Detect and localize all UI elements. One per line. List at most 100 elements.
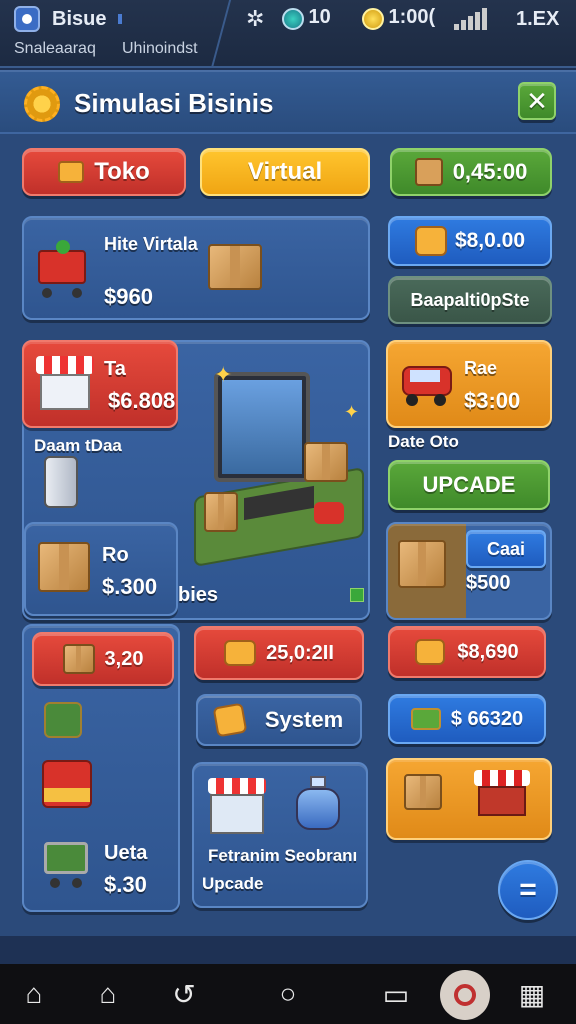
mid-red-value: 25,0:2II xyxy=(266,641,334,664)
cash-icon xyxy=(44,702,82,738)
right-blue-value: $ 66320 xyxy=(450,707,524,730)
crate-icon xyxy=(208,244,262,290)
update-label: UPCADE xyxy=(422,472,516,497)
package-icon xyxy=(404,774,442,810)
coin-icon xyxy=(362,7,384,30)
coin-purse-icon xyxy=(224,640,257,666)
window-title: Simulasi Bisinis xyxy=(74,88,274,118)
bies-label: bies xyxy=(178,584,219,606)
cart-badge[interactable]: Caai xyxy=(466,530,546,568)
bottom-left-title: Ueta xyxy=(104,842,148,864)
truck-price: $3:00 xyxy=(464,388,521,413)
check-icon xyxy=(350,588,364,602)
tab-virtual-label: Virtual xyxy=(247,158,323,185)
parcel-icon xyxy=(398,540,446,588)
status-sub-left: Snaleaaraq xyxy=(14,40,96,57)
small-box-icon xyxy=(62,644,95,674)
left-red-button[interactable]: 3,20 xyxy=(32,632,174,686)
home-icon[interactable]: ⌂ xyxy=(16,976,52,1012)
tab-toko[interactable]: Toko xyxy=(22,148,186,196)
gift-cart-icon xyxy=(32,232,92,302)
grid-icon[interactable]: ▦ xyxy=(514,976,550,1012)
box-card[interactable]: Ro $.300 xyxy=(24,522,178,616)
hire-title: Hite Virtala xyxy=(104,234,198,254)
storefront-icon xyxy=(36,356,94,412)
truck-title: Rae xyxy=(464,358,498,378)
balance-button[interactable]: 0,45:00 xyxy=(390,148,552,196)
system-icon xyxy=(212,702,248,738)
cart-badge-label: Caai xyxy=(486,538,526,559)
left-red-value: 3,20 xyxy=(104,647,144,670)
speed-indicator[interactable]: 1.EX xyxy=(516,8,559,31)
settings-gear-icon xyxy=(24,86,60,122)
divider xyxy=(210,0,232,68)
truck-sub-label: Date Oto xyxy=(388,432,459,451)
store-icon xyxy=(58,161,85,183)
right-red-button[interactable]: $8,690 xyxy=(388,626,546,678)
gem-icon xyxy=(282,7,304,30)
right-blue-button[interactable]: $ 66320 xyxy=(388,694,546,744)
coin-value: 1:00( xyxy=(388,6,436,28)
search-icon xyxy=(454,984,476,1006)
shop-sub-label: Daam tDaa xyxy=(34,436,122,455)
coin-bag-icon xyxy=(414,226,447,256)
shopping-cart-icon xyxy=(40,826,94,892)
upgrade-line1: Fetranim Seobranı xyxy=(208,846,358,865)
back-icon[interactable]: ↺ xyxy=(166,976,202,1012)
status-bar: Bisue Snaleaaraq Uhinoindst ✲ 10 1:00( 1… xyxy=(0,0,576,68)
cart-price: $500 xyxy=(466,572,511,594)
window-title-bar: Simulasi Bisinis ✕ xyxy=(0,72,576,134)
upgrade-line2: Upcade xyxy=(202,874,264,893)
stall-card[interactable] xyxy=(386,758,552,840)
market-stall-icon xyxy=(474,770,530,824)
shop-card[interactable]: Ta $6.808 xyxy=(22,340,178,428)
money-bag-icon xyxy=(414,158,443,186)
right-red-value: $8,690 xyxy=(457,640,519,663)
tab-virtual[interactable]: Virtual xyxy=(200,148,370,196)
update-button[interactable]: UPCADE xyxy=(388,460,550,510)
circle-home-icon[interactable]: ○ xyxy=(270,976,306,1012)
box-price: $.300 xyxy=(102,574,158,599)
home-outline-icon[interactable]: ⌂ xyxy=(90,976,126,1012)
shop-title: Ta xyxy=(104,358,126,380)
search-button[interactable] xyxy=(440,970,490,1020)
balance-value: 0,45:00 xyxy=(452,159,528,184)
hire-card[interactable]: Hite Virtala $960 xyxy=(22,216,370,320)
truck-card[interactable]: Rae $3:00 xyxy=(386,340,552,428)
income-value: $8,0.00 xyxy=(454,229,526,252)
gem-counter: 10 xyxy=(282,6,331,30)
business-shop-button[interactable]: Baapalti0pSte xyxy=(388,276,552,324)
cart-card[interactable]: Caai $500 xyxy=(386,522,552,620)
gem-value: 10 xyxy=(308,6,331,28)
water-jug-icon xyxy=(292,776,344,834)
mid-red-button[interactable]: 25,0:2II xyxy=(194,626,364,680)
gear-sparkle-icon: ✲ xyxy=(246,6,265,31)
status-sub-right: Uhinoindst xyxy=(122,40,198,57)
cash-stack-icon xyxy=(410,708,441,730)
computer-store-illustration: ✦ ✦ xyxy=(184,352,368,572)
system-label: System xyxy=(264,707,344,732)
box-icon xyxy=(38,542,90,592)
left-column-panel: 3,20 Ueta $.30 xyxy=(22,624,180,912)
income-button[interactable]: $8,0.00 xyxy=(388,216,552,266)
coin-counter: 1:00( xyxy=(362,6,435,30)
chat-icon[interactable]: ▭ xyxy=(378,976,414,1012)
system-button[interactable]: System xyxy=(196,694,362,746)
menu-fab-button[interactable]: = xyxy=(498,860,558,920)
fridge-icon xyxy=(44,456,78,508)
signal-bars-icon xyxy=(454,8,487,30)
gift-box-icon xyxy=(42,760,92,808)
truck-icon xyxy=(400,358,454,408)
app-icon xyxy=(14,6,40,32)
close-button[interactable]: ✕ xyxy=(518,82,556,120)
purse-icon xyxy=(415,639,446,665)
fab-label: = xyxy=(519,873,537,906)
upgrade-card[interactable]: Fetranim Seobranı Upcade xyxy=(192,762,368,908)
box-title: Ro xyxy=(102,544,129,566)
shop-window-icon xyxy=(208,778,266,836)
hire-price: $960 xyxy=(104,284,153,309)
shop-price: $6.808 xyxy=(108,388,176,413)
tab-toko-label: Toko xyxy=(94,158,150,185)
app-name: Bisue xyxy=(52,8,107,30)
business-shop-label: Baapalti0pSte xyxy=(410,289,530,310)
